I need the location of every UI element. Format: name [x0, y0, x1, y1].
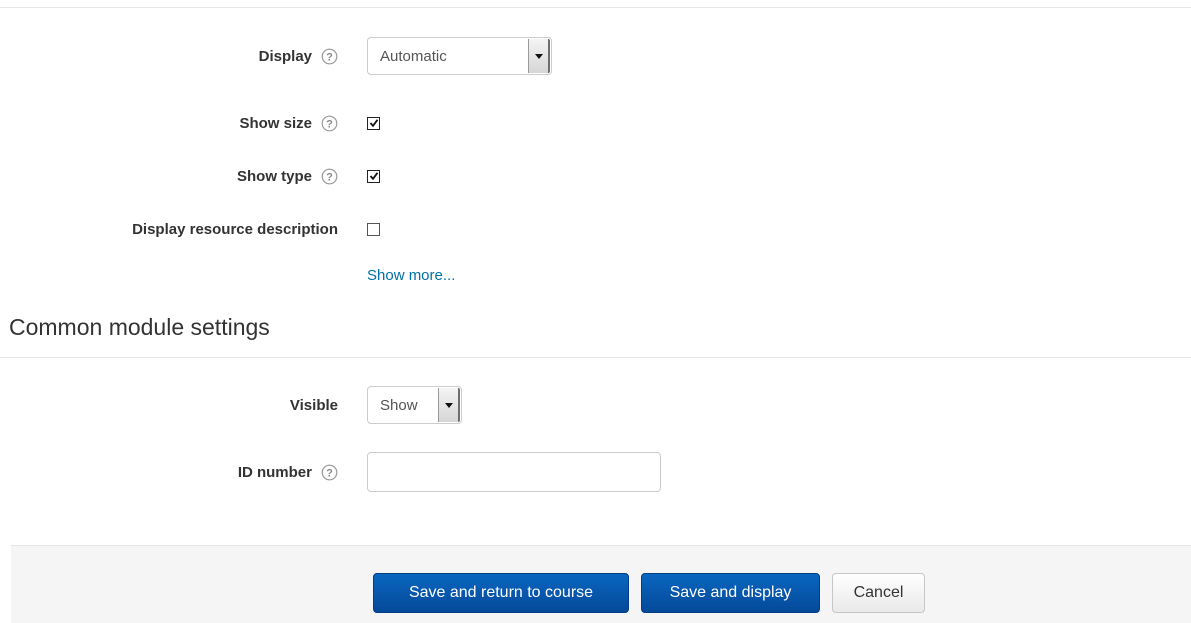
save-and-display-button[interactable]: Save and display	[641, 573, 820, 613]
id-number-label: ID number	[237, 463, 312, 481]
svg-text:?: ?	[326, 171, 333, 183]
display-description-checkbox[interactable]	[367, 222, 380, 236]
show-type-label-wrap: Show type ?	[237, 156, 338, 196]
display-label-wrap: Display ?	[259, 36, 338, 76]
help-icon[interactable]: ?	[321, 48, 338, 65]
id-number-label-wrap: ID number ?	[238, 452, 338, 492]
display-label: Display	[258, 47, 312, 65]
display-description-label: Display resource description	[132, 220, 338, 238]
svg-text:?: ?	[326, 467, 333, 479]
show-size-checkbox[interactable]	[367, 116, 380, 130]
chevron-down-icon[interactable]	[438, 388, 460, 422]
help-icon[interactable]: ?	[321, 168, 338, 185]
display-select[interactable]: Automatic	[367, 37, 552, 75]
visible-label-wrap: Visible	[290, 385, 338, 425]
form-footer: Save and return to course Save and displ…	[11, 545, 1191, 623]
help-icon[interactable]: ?	[321, 464, 338, 481]
save-and-return-button[interactable]: Save and return to course	[373, 573, 629, 613]
display-description-row: Display resource description	[0, 209, 1191, 249]
visible-select-value: Show	[380, 396, 418, 414]
display-row: Display ? Automatic	[0, 36, 1191, 76]
section-divider	[0, 357, 1191, 358]
help-icon[interactable]: ?	[321, 115, 338, 132]
show-size-label: Show size	[239, 114, 312, 132]
id-number-row: ID number ?	[0, 452, 1191, 492]
svg-text:?: ?	[326, 118, 333, 130]
display-select-value: Automatic	[380, 47, 447, 65]
cancel-button[interactable]: Cancel	[832, 573, 925, 613]
show-size-label-wrap: Show size ?	[239, 103, 338, 143]
chevron-down-icon[interactable]	[528, 39, 550, 73]
visible-row: Visible Show	[0, 385, 1191, 425]
show-size-row: Show size ?	[0, 103, 1191, 143]
checkmark-icon	[369, 119, 378, 128]
checkmark-icon	[369, 172, 378, 181]
show-type-label: Show type	[236, 167, 312, 185]
visible-label: Visible	[289, 396, 338, 414]
svg-text:?: ?	[326, 51, 333, 63]
top-divider	[0, 7, 1191, 8]
id-number-input[interactable]	[367, 452, 661, 492]
visible-select[interactable]: Show	[367, 386, 462, 424]
show-more-link[interactable]: Show more...	[367, 267, 455, 284]
show-type-row: Show type ?	[0, 156, 1191, 196]
display-description-label-wrap: Display resource description	[132, 209, 338, 249]
show-type-checkbox[interactable]	[367, 169, 380, 183]
section-title[interactable]: Common module settings	[9, 314, 270, 341]
